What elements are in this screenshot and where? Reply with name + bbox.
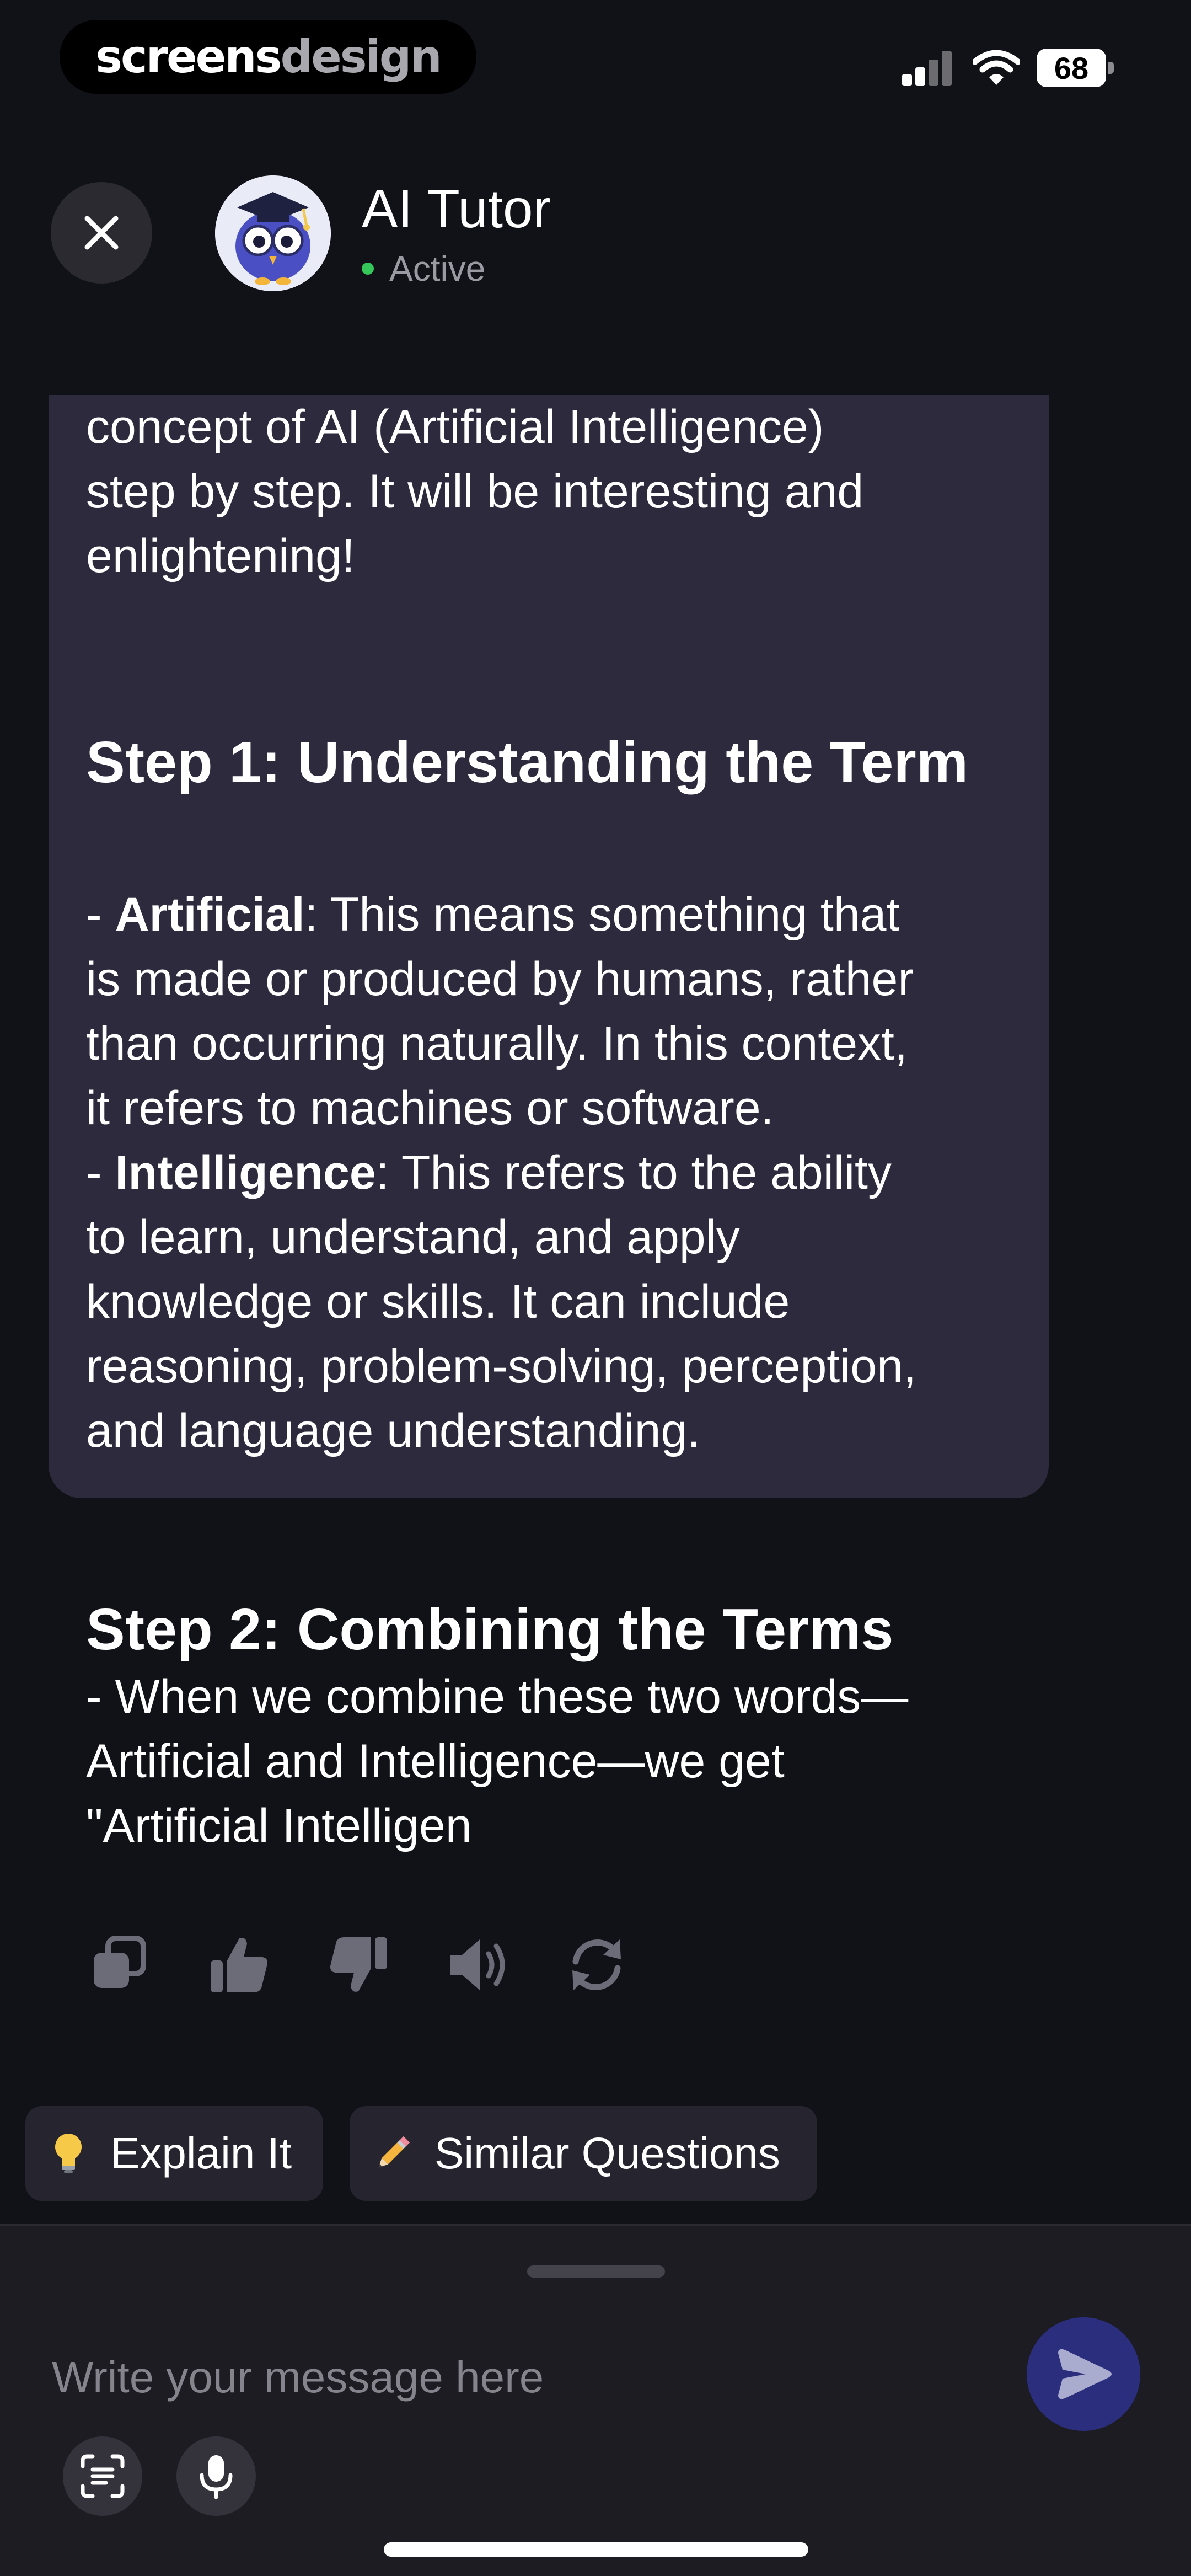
message-input[interactable] <box>51 2336 988 2419</box>
close-button[interactable] <box>51 182 152 284</box>
regenerate-icon[interactable] <box>562 1931 631 1999</box>
brand-part-screens: screens <box>95 30 282 83</box>
similar-questions-chip[interactable]: Similar Questions <box>350 2106 817 2201</box>
step1-artificial-definition: - Artificial: This means something that … <box>86 883 1045 1141</box>
owl-mascot-icon <box>215 175 331 291</box>
send-icon <box>1058 2349 1112 2399</box>
owl-avatar <box>215 175 331 291</box>
step2-text: - When we combine these two words— Artif… <box>86 1670 909 1852</box>
copy-icon[interactable] <box>86 1931 154 1999</box>
speaker-icon[interactable] <box>443 1931 512 1999</box>
similar-questions-label: Similar Questions <box>434 2129 780 2178</box>
battery-icon: 68 <box>1037 49 1114 87</box>
explain-it-chip[interactable]: Explain It <box>25 2106 323 2201</box>
scan-text-button[interactable] <box>63 2436 142 2516</box>
message-composer <box>0 2224 1191 2576</box>
battery-level: 68 <box>1037 49 1106 87</box>
presence-status: Active <box>362 248 485 289</box>
home-indicator <box>384 2542 808 2557</box>
explain-it-label: Explain It <box>110 2129 292 2178</box>
term-artificial: Artificial <box>115 888 305 941</box>
step1-heading: Step 1: Understanding the Term <box>86 730 968 795</box>
presence-status-label: Active <box>389 249 486 288</box>
step2-heading: Step 2: Combining the Terms <box>86 1597 894 1662</box>
bullet-dash: - <box>86 888 115 941</box>
thumbs-down-icon[interactable] <box>324 1931 393 1999</box>
scan-text-icon <box>81 2454 125 2498</box>
close-icon <box>84 216 119 250</box>
microphone-button[interactable] <box>176 2436 256 2516</box>
pencil-icon <box>378 2136 410 2168</box>
status-bar: screens design 68 <box>0 0 1191 110</box>
brand-watermark: screens design <box>60 20 476 94</box>
chat-title: AI Tutor <box>362 178 551 239</box>
lightbulb-icon <box>55 2134 82 2173</box>
brand-part-design: design <box>280 30 442 83</box>
active-status-dot <box>362 263 374 275</box>
wifi-icon <box>973 50 1020 85</box>
tutor-message-bubble: concept of AI (Artificial Intelligence) … <box>49 395 1049 1852</box>
drag-handle[interactable] <box>527 2265 665 2278</box>
step1-intelligence-definition: - Intelligence: This refers to the abili… <box>86 1141 1045 1463</box>
bullet-dash: - <box>86 1146 115 1199</box>
microphone-icon <box>200 2455 233 2499</box>
message-intro-text: concept of AI (Artificial Intelligence) … <box>86 400 864 582</box>
thumbs-up-icon[interactable] <box>205 1931 273 1999</box>
send-button[interactable] <box>1027 2317 1140 2431</box>
cellular-signal-icon <box>902 51 953 86</box>
term-intelligence: Intelligence <box>115 1146 376 1199</box>
